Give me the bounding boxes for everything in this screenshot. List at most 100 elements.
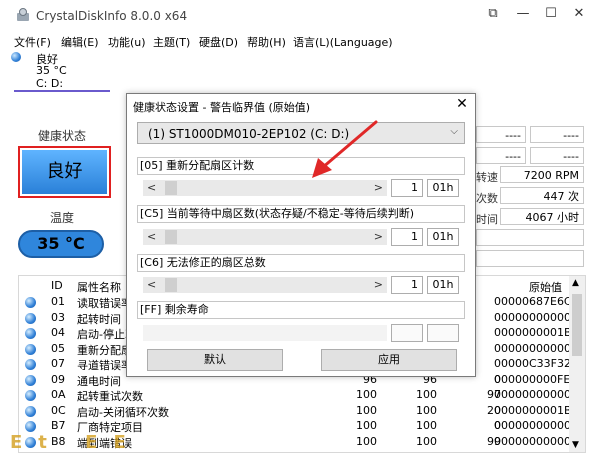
default-button[interactable]: 默认 <box>147 349 283 371</box>
cell-id: B7 <box>51 419 66 432</box>
status-dot-icon <box>25 328 36 339</box>
info-field-c: ---- <box>476 147 526 164</box>
threshold-label-c5: [C5] 当前等待中扇区数(状态存疑/不稳定-等待后续判断) <box>137 205 465 223</box>
cell-worst: 100 <box>416 434 437 448</box>
menu-language[interactable]: 语言(L)(Language) <box>293 34 393 50</box>
menu-function[interactable]: 功能(u) <box>108 34 146 50</box>
slider-left-icon[interactable]: < <box>147 230 156 243</box>
cell-raw: 00000687E6C1 <box>494 295 579 308</box>
threshold-value-c6[interactable]: 1 <box>391 276 423 294</box>
restore-icon[interactable]: ⧉ <box>480 6 506 24</box>
cell-raw: 000000000000 <box>494 341 578 355</box>
cell-name: 寻道错误率 <box>77 359 132 372</box>
menu-file[interactable]: 文件(F) <box>14 34 51 50</box>
cell-current: 100 <box>356 419 377 432</box>
slider-thumb[interactable] <box>165 278 177 292</box>
slider-thumb[interactable] <box>165 230 177 244</box>
cell-id: 0C <box>51 403 66 417</box>
table-scrollbar[interactable]: ▲ ▼ <box>569 276 585 452</box>
health-status-highlight: 良好 <box>18 146 111 198</box>
table-row[interactable]: 0A 起转重试次数 100 100 97 000000000000 <box>19 388 578 403</box>
power-time-label: 时间 <box>476 213 498 226</box>
power-time-value: 4067 小时 <box>500 208 584 225</box>
drive-tab-underline <box>14 90 110 92</box>
rotation-speed-label: 转速 <box>476 171 498 184</box>
status-dot-icon <box>25 421 36 432</box>
power-count-label: 次数 <box>476 192 498 205</box>
slider-right-icon[interactable]: > <box>374 278 383 291</box>
info-field-e <box>476 229 584 246</box>
close-button[interactable]: ✕ <box>566 6 592 24</box>
threshold-hex-05: 01h <box>427 179 459 197</box>
menu-edit[interactable]: 编辑(E) <box>61 34 99 50</box>
minimize-button[interactable]: — <box>510 6 536 24</box>
cell-id: 07 <box>51 357 65 370</box>
menu-bar: 文件(F) 编辑(E) 功能(u) 主题(T) 硬盘(D) 帮助(H) 语言(L… <box>0 32 600 50</box>
cell-name: 起转重试次数 <box>77 390 143 403</box>
cell-id: 09 <box>51 372 65 386</box>
annotation-arrow-icon <box>312 120 378 178</box>
threshold-label-ff: [FF] 剩余寿命 <box>137 301 465 319</box>
health-status-button[interactable]: 良好 <box>22 150 107 194</box>
cell-id: 0A <box>51 388 66 401</box>
cell-id: 05 <box>51 341 65 355</box>
temperature-label: 温度 <box>50 211 75 225</box>
slider-left-icon[interactable]: < <box>147 181 156 194</box>
apply-button[interactable]: 应用 <box>321 349 457 371</box>
status-dot-icon <box>25 390 36 401</box>
slider-thumb[interactable] <box>165 181 177 195</box>
cell-name: 读取错误率 <box>77 297 132 310</box>
cell-name: 起转时间 <box>77 312 121 326</box>
menu-theme[interactable]: 主题(T) <box>153 34 190 50</box>
threshold-value-c5[interactable]: 1 <box>391 228 423 246</box>
cell-worst: 100 <box>416 419 437 432</box>
menu-disk[interactable]: 硬盘(D) <box>199 34 238 50</box>
scroll-up-icon[interactable]: ▲ <box>572 278 579 288</box>
threshold-slider-ff <box>143 325 387 341</box>
cell-id: 01 <box>51 295 65 308</box>
menu-help[interactable]: 帮助(H) <box>247 34 286 50</box>
header-id[interactable]: ID <box>51 279 63 292</box>
threshold-slider-c5[interactable]: < > <box>143 229 387 245</box>
status-dot-icon <box>25 374 36 386</box>
cell-id: 03 <box>51 310 65 324</box>
threshold-hex-ff <box>427 324 459 342</box>
cell-raw: 000000000000 <box>494 419 578 432</box>
cell-worst: 100 <box>416 388 437 401</box>
dialog-title: 健康状态设置 - 警告临界值 (原始值) <box>133 101 311 114</box>
info-field-f <box>476 250 584 267</box>
cell-raw: 000000000000 <box>494 310 578 324</box>
power-count-value: 447 次 <box>500 187 584 204</box>
cell-raw: 000000000000 <box>494 434 578 448</box>
table-scroll-thumb[interactable] <box>572 294 582 356</box>
cell-raw: 0000000001BF <box>494 326 578 339</box>
slider-left-icon[interactable]: < <box>147 278 156 291</box>
slider-right-icon[interactable]: > <box>374 230 383 243</box>
drive-status-icon[interactable] <box>11 52 21 62</box>
info-field-d: ---- <box>530 147 584 164</box>
info-field-a: ---- <box>476 126 526 143</box>
scroll-down-icon[interactable]: ▼ <box>572 440 579 450</box>
temperature-badge: 35 °C <box>18 230 104 258</box>
status-dot-icon <box>25 405 36 417</box>
status-dot-icon <box>25 359 36 370</box>
header-raw[interactable]: 原始值 <box>529 279 562 295</box>
cell-current: 100 <box>356 388 377 401</box>
drive-tab-temp[interactable]: 35 °C <box>36 64 67 77</box>
cell-raw: 000000000FE3 <box>494 372 578 386</box>
threshold-label-c6: [C6] 无法修正的扇区总数 <box>137 254 465 272</box>
maximize-button[interactable]: ☐ <box>538 6 564 24</box>
status-dot-icon <box>25 297 36 308</box>
header-name[interactable]: 属性名称 <box>77 279 121 295</box>
threshold-hex-c6: 01h <box>427 276 459 294</box>
threshold-slider-c6[interactable]: < > <box>143 277 387 293</box>
table-row[interactable]: 0C 启动-关闭循环次数 100 100 20 0000000001BF <box>19 403 578 419</box>
chevron-down-icon: ⌵ <box>450 126 458 137</box>
cell-current: 100 <box>356 403 377 417</box>
drive-tab-letters[interactable]: C: D: <box>36 77 63 90</box>
cell-raw: 00000C33F323 <box>494 357 578 370</box>
threshold-hex-c5: 01h <box>427 228 459 246</box>
threshold-value-05[interactable]: 1 <box>391 179 423 197</box>
dialog-close-button[interactable]: ✕ <box>453 96 471 112</box>
rotation-speed-value: 7200 RPM <box>500 166 584 183</box>
